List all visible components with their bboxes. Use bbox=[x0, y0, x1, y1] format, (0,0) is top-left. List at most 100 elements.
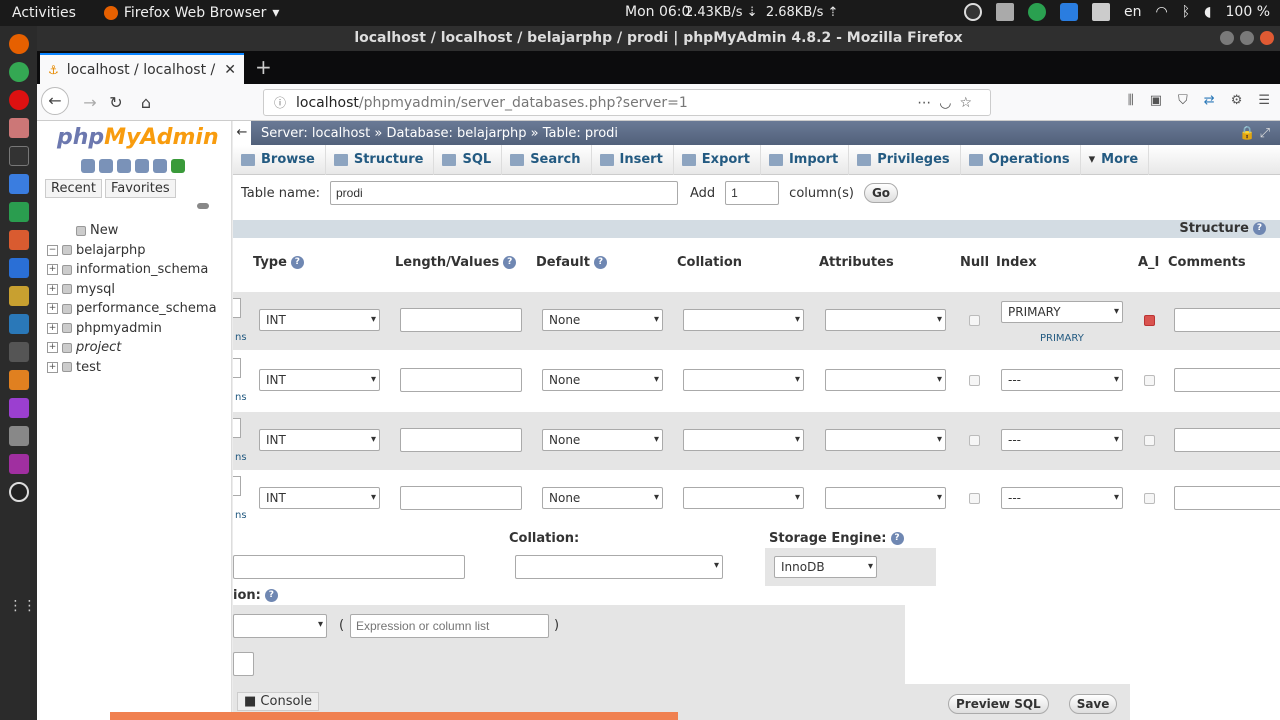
calc-dock-icon[interactable] bbox=[8, 202, 29, 222]
bookmark-star-icon[interactable]: ☆ bbox=[959, 95, 980, 111]
attributes-select[interactable] bbox=[825, 309, 946, 331]
column-name-input[interactable] bbox=[233, 298, 241, 318]
column-move-link[interactable]: ns bbox=[235, 392, 247, 403]
clock[interactable]: Mon 06:0 bbox=[625, 4, 690, 20]
database-name[interactable]: mysql bbox=[76, 282, 115, 297]
favorites-button[interactable]: Favorites bbox=[104, 179, 176, 198]
index-edit-link[interactable]: PRIMARY bbox=[1040, 333, 1084, 344]
database-tree-item[interactable]: + test bbox=[47, 358, 217, 378]
menu-tab-insert[interactable]: Insert bbox=[592, 145, 674, 175]
help-icon[interactable]: ? bbox=[503, 256, 517, 269]
save-button[interactable]: Save bbox=[1068, 694, 1118, 714]
show-apps-icon[interactable]: ⋮⋮ bbox=[9, 598, 37, 618]
auto-increment-checkbox[interactable] bbox=[1144, 435, 1155, 446]
database-name[interactable]: project bbox=[76, 340, 121, 355]
null-checkbox[interactable] bbox=[969, 375, 980, 386]
column-name-input[interactable] bbox=[233, 358, 241, 378]
table-collation-select[interactable] bbox=[515, 555, 723, 579]
pocket-icon[interactable]: ◡ bbox=[939, 95, 959, 111]
database-name[interactable]: New bbox=[90, 223, 118, 238]
chrome-dock-icon[interactable] bbox=[8, 62, 29, 82]
length-input[interactable] bbox=[400, 308, 522, 332]
column-name-input[interactable] bbox=[233, 476, 241, 496]
sidebar-icon[interactable]: ▣ bbox=[1150, 93, 1162, 108]
obs-dock-icon[interactable] bbox=[8, 482, 29, 502]
database-name[interactable]: performance_schema bbox=[76, 301, 217, 316]
auto-increment-checkbox[interactable] bbox=[1144, 493, 1155, 504]
menu-tab-import[interactable]: Import bbox=[761, 145, 850, 175]
crumb-database[interactable]: Database: belajarphp bbox=[387, 126, 527, 141]
expand-icon[interactable]: − bbox=[47, 244, 58, 256]
partition-expression-input[interactable] bbox=[350, 614, 549, 638]
close-tab-icon[interactable]: ✕ bbox=[224, 62, 236, 78]
collation-select[interactable] bbox=[683, 309, 804, 331]
attributes-select[interactable] bbox=[825, 369, 946, 391]
sync-icon[interactable]: ⇄ bbox=[1204, 93, 1215, 108]
library-icon[interactable]: ⫼ bbox=[1128, 93, 1134, 108]
collation-select[interactable] bbox=[683, 429, 804, 451]
menu-tab-search[interactable]: Search bbox=[502, 145, 592, 175]
partition-by-select[interactable] bbox=[233, 614, 327, 638]
console-tab[interactable]: ■ Console bbox=[237, 692, 320, 711]
crumb-server[interactable]: Server: localhost bbox=[261, 126, 370, 141]
firefox-dock-icon[interactable] bbox=[8, 34, 29, 54]
obs-icon[interactable] bbox=[964, 3, 982, 21]
settings-gear-icon[interactable]: ⚙ bbox=[1231, 93, 1243, 108]
logout-icon[interactable] bbox=[99, 159, 113, 173]
menu-list-icon[interactable] bbox=[1092, 3, 1110, 21]
database-tree-item[interactable]: − belajarphp bbox=[47, 241, 217, 261]
type-select[interactable]: INT bbox=[259, 309, 380, 331]
help-icon[interactable]: ? bbox=[890, 532, 904, 545]
menu-tab-more[interactable]: ▾ More bbox=[1081, 145, 1150, 175]
gimp-dock-icon[interactable] bbox=[8, 286, 29, 306]
expand-icon[interactable]: + bbox=[47, 361, 58, 373]
partition-count-input[interactable] bbox=[233, 652, 254, 676]
home-button[interactable]: ⌂ bbox=[133, 90, 159, 116]
column-name-input[interactable] bbox=[233, 418, 241, 438]
maximize-button[interactable] bbox=[1240, 31, 1254, 45]
attributes-select[interactable] bbox=[825, 429, 946, 451]
horizontal-scrollbar[interactable] bbox=[110, 712, 678, 720]
preview-sql-button[interactable]: Preview SQL bbox=[948, 694, 1049, 714]
expand-icon[interactable]: + bbox=[47, 322, 58, 334]
battery-label[interactable]: 100 % bbox=[1226, 4, 1270, 20]
shield-icon[interactable]: ⛉ bbox=[1178, 93, 1188, 108]
reload-button[interactable]: ↻ bbox=[103, 90, 129, 116]
menu-tab-sql[interactable]: SQL bbox=[434, 145, 503, 175]
reload-nav-icon[interactable] bbox=[171, 159, 185, 173]
database-tree-item[interactable]: + performance_schema bbox=[47, 299, 217, 319]
blue-app-icon[interactable] bbox=[1060, 3, 1078, 21]
index-select[interactable]: --- bbox=[1001, 429, 1123, 451]
database-tree-item[interactable]: New bbox=[61, 221, 217, 241]
minimize-button[interactable] bbox=[1220, 31, 1234, 45]
type-select[interactable]: INT bbox=[259, 369, 380, 391]
collation-select[interactable] bbox=[683, 487, 804, 509]
length-input[interactable] bbox=[400, 368, 522, 392]
database-tree-item[interactable]: + project bbox=[47, 338, 217, 358]
attributes-select[interactable] bbox=[825, 487, 946, 509]
default-select[interactable]: None bbox=[542, 487, 663, 509]
menu-tab-export[interactable]: Export bbox=[674, 145, 761, 175]
null-checkbox[interactable] bbox=[969, 315, 980, 326]
database-name[interactable]: belajarphp bbox=[76, 243, 146, 258]
type-select[interactable]: INT bbox=[259, 429, 380, 451]
visio-dock-icon[interactable] bbox=[8, 314, 29, 334]
phpstorm-dock-icon[interactable] bbox=[8, 398, 29, 418]
column-move-link[interactable]: ns bbox=[235, 332, 247, 343]
database-name[interactable]: phpmyadmin bbox=[76, 321, 162, 336]
sublime-dock-icon[interactable] bbox=[8, 370, 29, 390]
default-select[interactable]: None bbox=[542, 429, 663, 451]
files-dock-icon[interactable] bbox=[8, 118, 29, 138]
help-icon[interactable]: ? bbox=[290, 256, 304, 269]
tab-phpmyadmin[interactable]: ⚓ localhost / localhost / be ✕ bbox=[40, 53, 244, 84]
type-select[interactable]: INT bbox=[259, 487, 380, 509]
help-icon[interactable] bbox=[117, 159, 131, 173]
video-dock-icon[interactable] bbox=[8, 454, 29, 474]
database-tree-item[interactable]: + phpmyadmin bbox=[47, 319, 217, 339]
index-select[interactable]: --- bbox=[1001, 369, 1123, 391]
app-menu[interactable]: Firefox Web Browser ▾ bbox=[103, 5, 279, 21]
database-tree-item[interactable]: + mysql bbox=[47, 280, 217, 300]
storage-engine-select[interactable]: InnoDB bbox=[774, 556, 877, 578]
url-bar[interactable]: ⓘ localhost/phpmyadmin/server_databases.… bbox=[263, 89, 991, 116]
game-dock-icon[interactable] bbox=[8, 342, 29, 362]
